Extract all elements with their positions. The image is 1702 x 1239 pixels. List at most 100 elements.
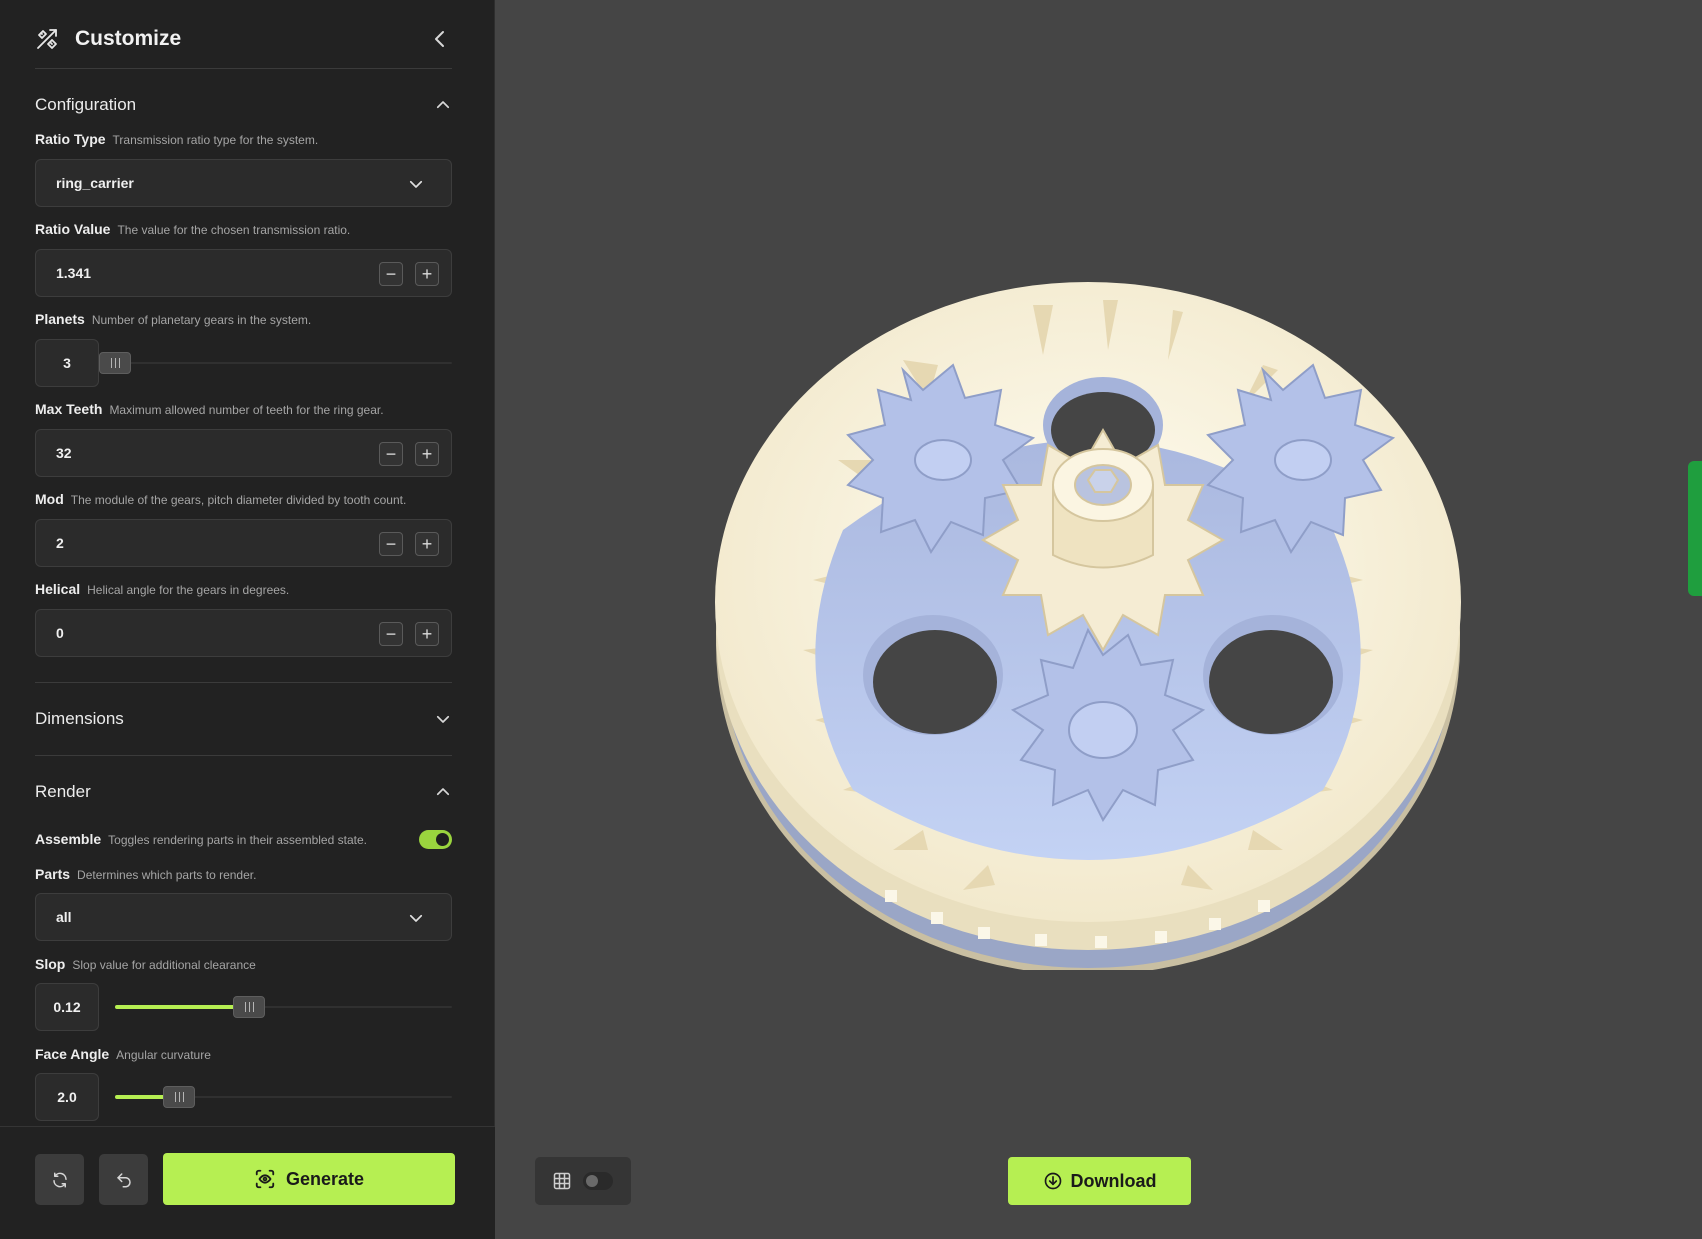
slop-value-box[interactable]: 0.12 [35, 983, 99, 1031]
param-name: Helical [35, 581, 81, 597]
generate-button[interactable]: Generate [163, 1153, 455, 1205]
mod-label: Mod The module of the gears, pitch diame… [35, 491, 406, 509]
chevron-down-icon [409, 180, 423, 188]
section-configuration[interactable]: Configuration [35, 92, 452, 118]
decrement-button[interactable]: − [379, 442, 403, 466]
planets-slider-row: 3 [35, 339, 452, 387]
face-angle-slider-row: 2.0 [35, 1073, 452, 1121]
helical-value: 0 [56, 625, 64, 641]
sidebar-header: Customize [35, 22, 452, 56]
parts-label: Parts Determines which parts to render. [35, 866, 256, 884]
param-name: Planets [35, 311, 85, 327]
planets-label: Planets Number of planetary gears in the… [35, 311, 311, 329]
face-angle-value-box[interactable]: 2.0 [35, 1073, 99, 1121]
section-dimensions[interactable]: Dimensions [35, 706, 452, 732]
param-description: Slop value for additional clearance [72, 958, 256, 972]
sidebar-title: Customize [75, 27, 182, 50]
param-description: Number of planetary gears in the system. [91, 313, 312, 327]
face-angle-label: Face Angle Angular curvature [35, 1046, 211, 1064]
sidebar-footer: Generate [0, 1126, 495, 1239]
param-name: Max Teeth [35, 401, 103, 417]
ratio-value-input[interactable]: 1.341 − + [35, 249, 452, 297]
chevron-up-icon[interactable] [434, 96, 452, 114]
sidebar-scroll-area[interactable]: Customize Configuration Ratio Type Trans… [0, 0, 495, 1126]
increment-button[interactable]: + [415, 442, 439, 466]
chevron-down-icon [409, 914, 423, 922]
slop-slider-row: 0.12 [35, 983, 452, 1031]
grid-toggle[interactable] [535, 1157, 631, 1205]
planets-slider-track[interactable] [115, 362, 452, 364]
undo-icon [116, 1172, 131, 1187]
param-name: Mod [35, 491, 64, 507]
chevron-up-icon[interactable] [434, 783, 452, 801]
decrement-button[interactable]: − [379, 532, 403, 556]
chevron-left-icon[interactable] [428, 27, 452, 51]
parts-select[interactable]: all [35, 893, 452, 941]
section-render[interactable]: Render [35, 779, 452, 805]
assemble-toggle[interactable] [419, 830, 452, 849]
param-description: Helical angle for the gears in degrees. [87, 583, 290, 597]
helical-label: Helical Helical angle for the gears in d… [35, 581, 289, 599]
ratio-value-value: 1.341 [56, 265, 92, 281]
tools-icon [37, 29, 57, 49]
grid-icon [553, 1172, 571, 1190]
section-configuration-label: Configuration [35, 95, 137, 114]
slop-slider-fill [115, 1005, 245, 1009]
chevron-down-icon[interactable] [434, 710, 452, 728]
download-label: Download [1070, 1170, 1157, 1191]
download-icon [1044, 1172, 1061, 1190]
section-divider [35, 755, 452, 756]
increment-button[interactable]: + [415, 262, 439, 286]
mod-value: 2 [56, 535, 64, 551]
refresh-icon [52, 1172, 67, 1187]
decrement-button[interactable]: − [379, 262, 403, 286]
helical-input[interactable]: 0 − + [35, 609, 452, 657]
assemble-label: Assemble Toggles rendering parts in thei… [35, 831, 367, 849]
param-name: Parts [35, 866, 71, 882]
slop-label: Slop Slop value for additional clearance [35, 956, 256, 974]
planetary-gear-model[interactable] [703, 270, 1473, 970]
decrement-button[interactable]: − [379, 622, 403, 646]
planets-slider-thumb[interactable] [99, 352, 131, 374]
param-description: The value for the chosen transmission ra… [117, 223, 351, 237]
param-name: Ratio Type [35, 131, 106, 147]
ratio-value-label: Ratio Value The value for the chosen tra… [35, 221, 350, 239]
increment-button[interactable]: + [415, 532, 439, 556]
param-description: The module of the gears, pitch diameter … [70, 493, 407, 507]
max-teeth-value: 32 [56, 445, 72, 461]
undo-button[interactable] [99, 1154, 148, 1205]
ratio-type-label: Ratio Type Transmission ratio type for t… [35, 131, 318, 149]
max-teeth-label: Max Teeth Maximum allowed number of teet… [35, 401, 384, 419]
param-name: Assemble [35, 831, 102, 847]
scan-eye-icon [255, 1169, 275, 1189]
slop-slider-thumb[interactable] [233, 996, 265, 1018]
header-divider [35, 68, 452, 69]
reset-button[interactable] [35, 1154, 84, 1205]
feedback-tab[interactable] [1688, 461, 1702, 596]
param-name: Face Angle [35, 1046, 110, 1062]
mod-input[interactable]: 2 − + [35, 519, 452, 567]
grid-switch[interactable] [583, 1172, 613, 1190]
param-description: Maximum allowed number of teeth for the … [109, 403, 384, 417]
param-description: Determines which parts to render. [77, 868, 257, 882]
param-description: Toggles rendering parts in their assembl… [108, 833, 367, 847]
param-description: Transmission ratio type for the system. [112, 133, 319, 147]
3d-viewport[interactable]: Download [496, 0, 1702, 1239]
planets-value-box[interactable]: 3 [35, 339, 99, 387]
face-angle-slider-fill [115, 1095, 170, 1099]
section-divider [35, 682, 452, 683]
increment-button[interactable]: + [415, 622, 439, 646]
customize-sidebar: Customize Configuration Ratio Type Trans… [0, 0, 495, 1239]
face-angle-slider-thumb[interactable] [163, 1086, 195, 1108]
section-render-label: Render [35, 782, 91, 801]
section-dimensions-label: Dimensions [35, 709, 124, 728]
parts-value: all [56, 909, 72, 925]
param-name: Ratio Value [35, 221, 111, 237]
ratio-type-value: ring_carrier [56, 175, 134, 191]
download-button[interactable]: Download [1008, 1157, 1191, 1205]
param-name: Slop [35, 956, 66, 972]
ratio-type-select[interactable]: ring_carrier [35, 159, 452, 207]
generate-label: Generate [285, 1168, 365, 1189]
max-teeth-input[interactable]: 32 − + [35, 429, 452, 477]
param-description: Angular curvature [116, 1048, 211, 1062]
